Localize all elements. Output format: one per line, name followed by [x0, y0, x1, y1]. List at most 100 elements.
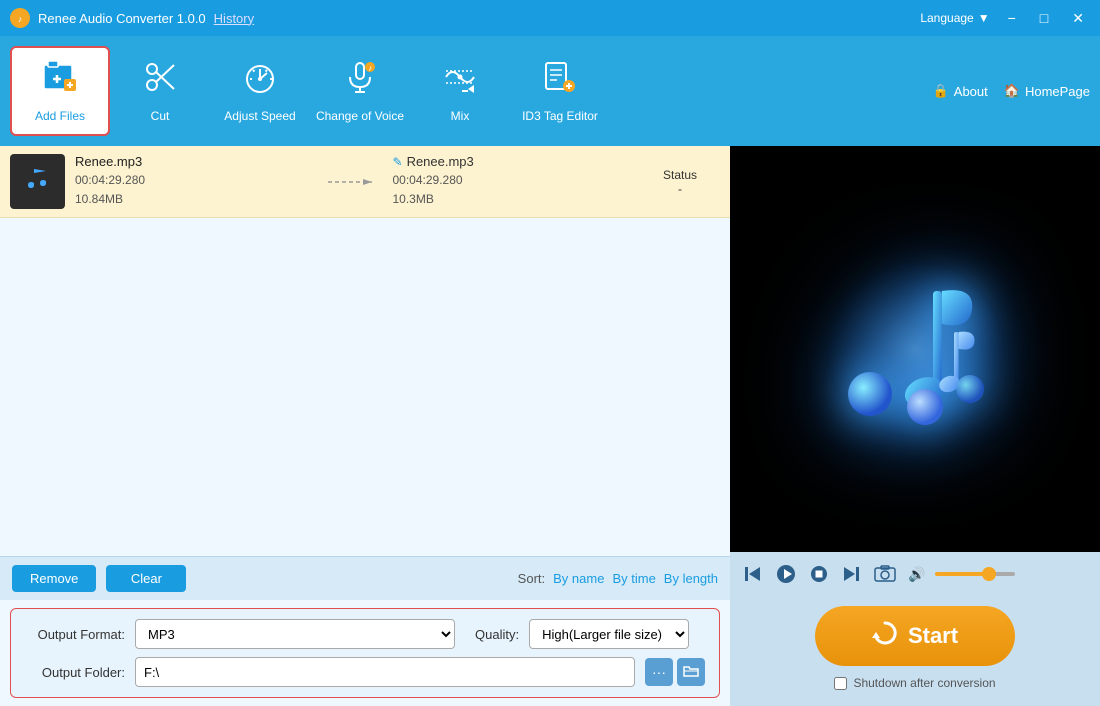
file-thumbnail — [10, 154, 65, 209]
about-button[interactable]: 🔒 About — [933, 83, 988, 99]
music-visual — [815, 249, 1015, 449]
file-status-value: - — [640, 182, 720, 196]
language-label: Language — [920, 11, 973, 25]
output-folder-row: Output Folder: ··· — [25, 657, 705, 687]
shutdown-row: Shutdown after conversion — [834, 676, 995, 690]
skip-back-button[interactable] — [742, 563, 764, 585]
sort-section: Sort: By name By time By length — [518, 571, 718, 586]
toolbar-item-label-cut: Cut — [151, 109, 170, 123]
titlebar-right: Language ▼ − □ ✕ — [920, 8, 1090, 29]
titlebar-left: ♪ Renee Audio Converter 1.0.0 History — [10, 8, 254, 28]
left-panel: Renee.mp3 00:04:29.280 10.84MB ✎ Renee.m… — [0, 146, 730, 706]
output-settings: Output Format: MP3 AAC FLAC WAV OGG WMA … — [10, 608, 720, 698]
main-content: Renee.mp3 00:04:29.280 10.84MB ✎ Renee.m… — [0, 146, 1100, 706]
sort-by-time[interactable]: By time — [612, 571, 655, 586]
mix-icon — [442, 59, 478, 103]
toolbar-item-label-add-files: Add Files — [35, 109, 85, 123]
folder-label: Output Folder: — [25, 665, 125, 680]
file-status: Status - — [640, 168, 720, 196]
adjust-speed-icon — [242, 59, 278, 103]
stop-button[interactable] — [808, 563, 830, 585]
homepage-button[interactable]: 🏠 HomePage — [1004, 83, 1090, 99]
file-output-name: ✎ Renee.mp3 — [393, 154, 631, 169]
minimize-button[interactable]: − — [1002, 8, 1022, 28]
volume-icon: 🔊 — [908, 566, 925, 583]
toolbar-item-label-mix: Mix — [451, 109, 470, 123]
output-format-select[interactable]: MP3 AAC FLAC WAV OGG WMA — [135, 619, 455, 649]
toolbar-item-label-adjust-speed: Adjust Speed — [224, 109, 295, 123]
quality-select[interactable]: High(Larger file size) Medium Low — [529, 619, 689, 649]
toolbar-left: Add Files Cut — [10, 46, 610, 136]
folder-buttons: ··· — [645, 658, 705, 686]
folder-browse-button[interactable]: ··· — [645, 658, 673, 686]
history-label[interactable]: History — [214, 11, 254, 26]
start-button[interactable]: Start — [815, 606, 1015, 666]
toolbar-item-add-files[interactable]: Add Files — [10, 46, 110, 136]
toolbar-item-adjust-speed[interactable]: Adjust Speed — [210, 46, 310, 136]
file-input-size: 10.84MB — [75, 190, 313, 209]
sort-by-name[interactable]: By name — [553, 571, 604, 586]
format-label: Output Format: — [25, 627, 125, 642]
toolbar-item-change-of-voice[interactable]: ♪ Change of Voice — [310, 46, 410, 136]
music-note-icon — [20, 161, 56, 202]
refresh-icon — [872, 620, 898, 652]
file-input-duration: 00:04:29.280 — [75, 171, 313, 190]
cut-icon — [142, 59, 178, 103]
file-output-size: 10.3MB — [393, 190, 631, 209]
shutdown-checkbox[interactable] — [834, 677, 847, 690]
file-list: Renee.mp3 00:04:29.280 10.84MB ✎ Renee.m… — [0, 146, 730, 556]
start-section: Start Shutdown after conversion — [730, 596, 1100, 706]
conversion-arrow — [323, 172, 383, 192]
file-status-label: Status — [640, 168, 720, 182]
remove-button[interactable]: Remove — [12, 565, 96, 592]
right-panel: 🔊 Start Shutdown after conversion — [730, 146, 1100, 706]
toolbar: Add Files Cut — [0, 36, 1100, 146]
titlebar: ♪ Renee Audio Converter 1.0.0 History La… — [0, 0, 1100, 36]
shutdown-label: Shutdown after conversion — [853, 676, 995, 690]
dots-icon: ··· — [652, 664, 666, 680]
language-button[interactable]: Language ▼ — [920, 11, 989, 25]
id3-tag-editor-icon — [542, 59, 578, 103]
sort-by-length[interactable]: By length — [664, 571, 718, 586]
app-logo: ♪ — [10, 8, 30, 28]
svg-text:♪: ♪ — [368, 64, 372, 73]
toolbar-item-cut[interactable]: Cut — [110, 46, 210, 136]
homepage-label: HomePage — [1025, 84, 1090, 99]
file-input-name: Renee.mp3 — [75, 154, 313, 169]
toolbar-item-label-id3-tag-editor: ID3 Tag Editor — [522, 109, 598, 123]
svg-text:♪: ♪ — [18, 14, 23, 24]
toolbar-item-label-change-of-voice: Change of Voice — [316, 109, 404, 123]
preview-area — [730, 146, 1100, 552]
bottom-bar: Remove Clear Sort: By name By time By le… — [0, 556, 730, 600]
lang-dropdown-icon: ▼ — [978, 11, 990, 25]
file-output-info: ✎ Renee.mp3 00:04:29.280 10.3MB — [393, 154, 631, 209]
lock-icon: 🔒 — [933, 83, 949, 99]
output-format-row: Output Format: MP3 AAC FLAC WAV OGG WMA … — [25, 619, 705, 649]
skip-forward-button[interactable] — [840, 563, 862, 585]
close-button[interactable]: ✕ — [1066, 8, 1090, 29]
edit-icon: ✎ — [393, 155, 403, 169]
start-label: Start — [908, 623, 958, 649]
add-files-icon — [42, 59, 78, 103]
toolbar-right: 🔒 About 🏠 HomePage — [933, 83, 1090, 99]
table-row: Renee.mp3 00:04:29.280 10.84MB ✎ Renee.m… — [0, 146, 730, 218]
quality-label: Quality: — [475, 627, 519, 642]
screenshot-button[interactable] — [872, 563, 898, 585]
file-input-info: Renee.mp3 00:04:29.280 10.84MB — [75, 154, 313, 209]
volume-slider[interactable] — [935, 572, 1015, 576]
folder-open-button[interactable] — [677, 658, 705, 686]
sort-label: Sort: — [518, 571, 545, 586]
toolbar-item-mix[interactable]: Mix — [410, 46, 510, 136]
clear-button[interactable]: Clear — [106, 565, 186, 592]
play-button[interactable] — [774, 562, 798, 586]
open-folder-icon — [683, 664, 699, 681]
change-of-voice-icon: ♪ — [342, 59, 378, 103]
folder-input[interactable] — [135, 657, 635, 687]
app-title: Renee Audio Converter 1.0.0 — [38, 11, 206, 26]
home-icon: 🏠 — [1004, 83, 1020, 99]
about-label: About — [954, 84, 988, 99]
file-output-duration: 00:04:29.280 — [393, 171, 631, 190]
maximize-button[interactable]: □ — [1034, 8, 1054, 28]
toolbar-item-id3-tag-editor[interactable]: ID3 Tag Editor — [510, 46, 610, 136]
player-controls: 🔊 — [730, 552, 1100, 596]
